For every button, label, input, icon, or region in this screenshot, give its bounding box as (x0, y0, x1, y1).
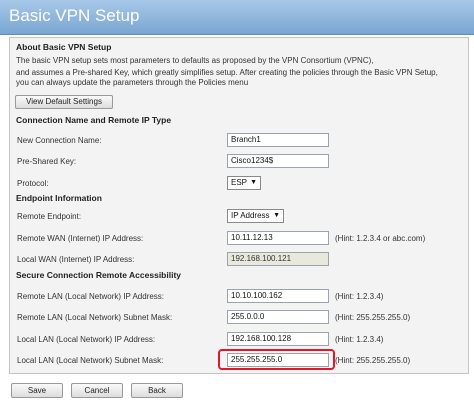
remote-endpoint-select-value: IP Address (231, 211, 270, 220)
remote-lan-subnet-hint: (Hint: 255.255.255.0) (335, 313, 411, 322)
title-bar: Basic VPN Setup (0, 0, 474, 35)
remote-wan-ip-label: Remote WAN (Internet) IP Address: (17, 234, 144, 243)
endpoint-header: Endpoint Information (16, 193, 102, 203)
remote-lan-subnet-label: Remote LAN (Local Network) Subnet Mask: (17, 313, 173, 322)
vpn-setup-page: Basic VPN Setup About Basic VPN Setup Th… (0, 0, 474, 408)
secure-connection-header: Secure Connection Remote Accessibility (16, 270, 182, 280)
back-button[interactable]: Back (131, 383, 183, 398)
save-button[interactable]: Save (11, 383, 63, 398)
protocol-label: Protocol: (17, 179, 49, 188)
local-wan-ip-label: Local WAN (Internet) IP Address: (17, 255, 135, 264)
local-lan-subnet-label: Local LAN (Local Network) Subnet Mask: (17, 356, 164, 365)
about-description-line-2: and assumes a Pre-shared Key, which grea… (16, 68, 438, 77)
remote-endpoint-label: Remote Endpoint: (17, 212, 82, 221)
protocol-select-value: ESP (231, 178, 248, 187)
remote-wan-ip-input[interactable]: 10.11.12.13 (227, 231, 329, 245)
local-lan-ip-label: Local LAN (Local Network) IP Address: (17, 335, 156, 344)
highlight-box (218, 349, 335, 370)
remote-lan-subnet-input[interactable]: 255.0.0.0 (227, 310, 329, 324)
local-lan-subnet-hint: (Hint: 255.255.255.0) (335, 356, 411, 365)
remote-endpoint-select[interactable]: IP Address ▼ (227, 209, 284, 223)
pre-shared-key-label: Pre-Shared Key: (17, 157, 77, 166)
view-default-settings-button[interactable]: View Default Settings (15, 95, 113, 109)
cancel-button[interactable]: Cancel (71, 383, 123, 398)
about-description-line-3: you can always update the parameters thr… (16, 78, 249, 87)
about-description-line-1: The basic VPN setup sets most parameters… (16, 56, 374, 65)
remote-lan-ip-label: Remote LAN (Local Network) IP Address: (17, 292, 165, 301)
local-wan-ip-readonly: 192.168.100.121 (227, 252, 329, 266)
connection-header: Connection Name and Remote IP Type (16, 115, 172, 125)
about-header: About Basic VPN Setup (16, 42, 112, 52)
local-lan-ip-hint: (Hint: 1.2.3.4) (335, 335, 384, 344)
page-title: Basic VPN Setup (9, 6, 140, 25)
protocol-select[interactable]: ESP ▼ (227, 176, 261, 190)
connection-name-input[interactable]: Branch1 (227, 133, 329, 147)
remote-lan-ip-hint: (Hint: 1.2.3.4) (335, 292, 384, 301)
pre-shared-key-input[interactable]: Cisco1234$ (227, 154, 329, 168)
remote-wan-ip-hint: (Hint: 1.2.3.4 or abc.com) (335, 234, 426, 243)
connection-name-label: New Connection Name: (17, 136, 102, 145)
local-lan-ip-input[interactable]: 192.168.100.128 (227, 332, 329, 346)
dropdown-arrow-icon: ▼ (250, 179, 257, 186)
remote-lan-ip-input[interactable]: 10.10.100.162 (227, 289, 329, 303)
dropdown-arrow-icon: ▼ (273, 212, 280, 219)
